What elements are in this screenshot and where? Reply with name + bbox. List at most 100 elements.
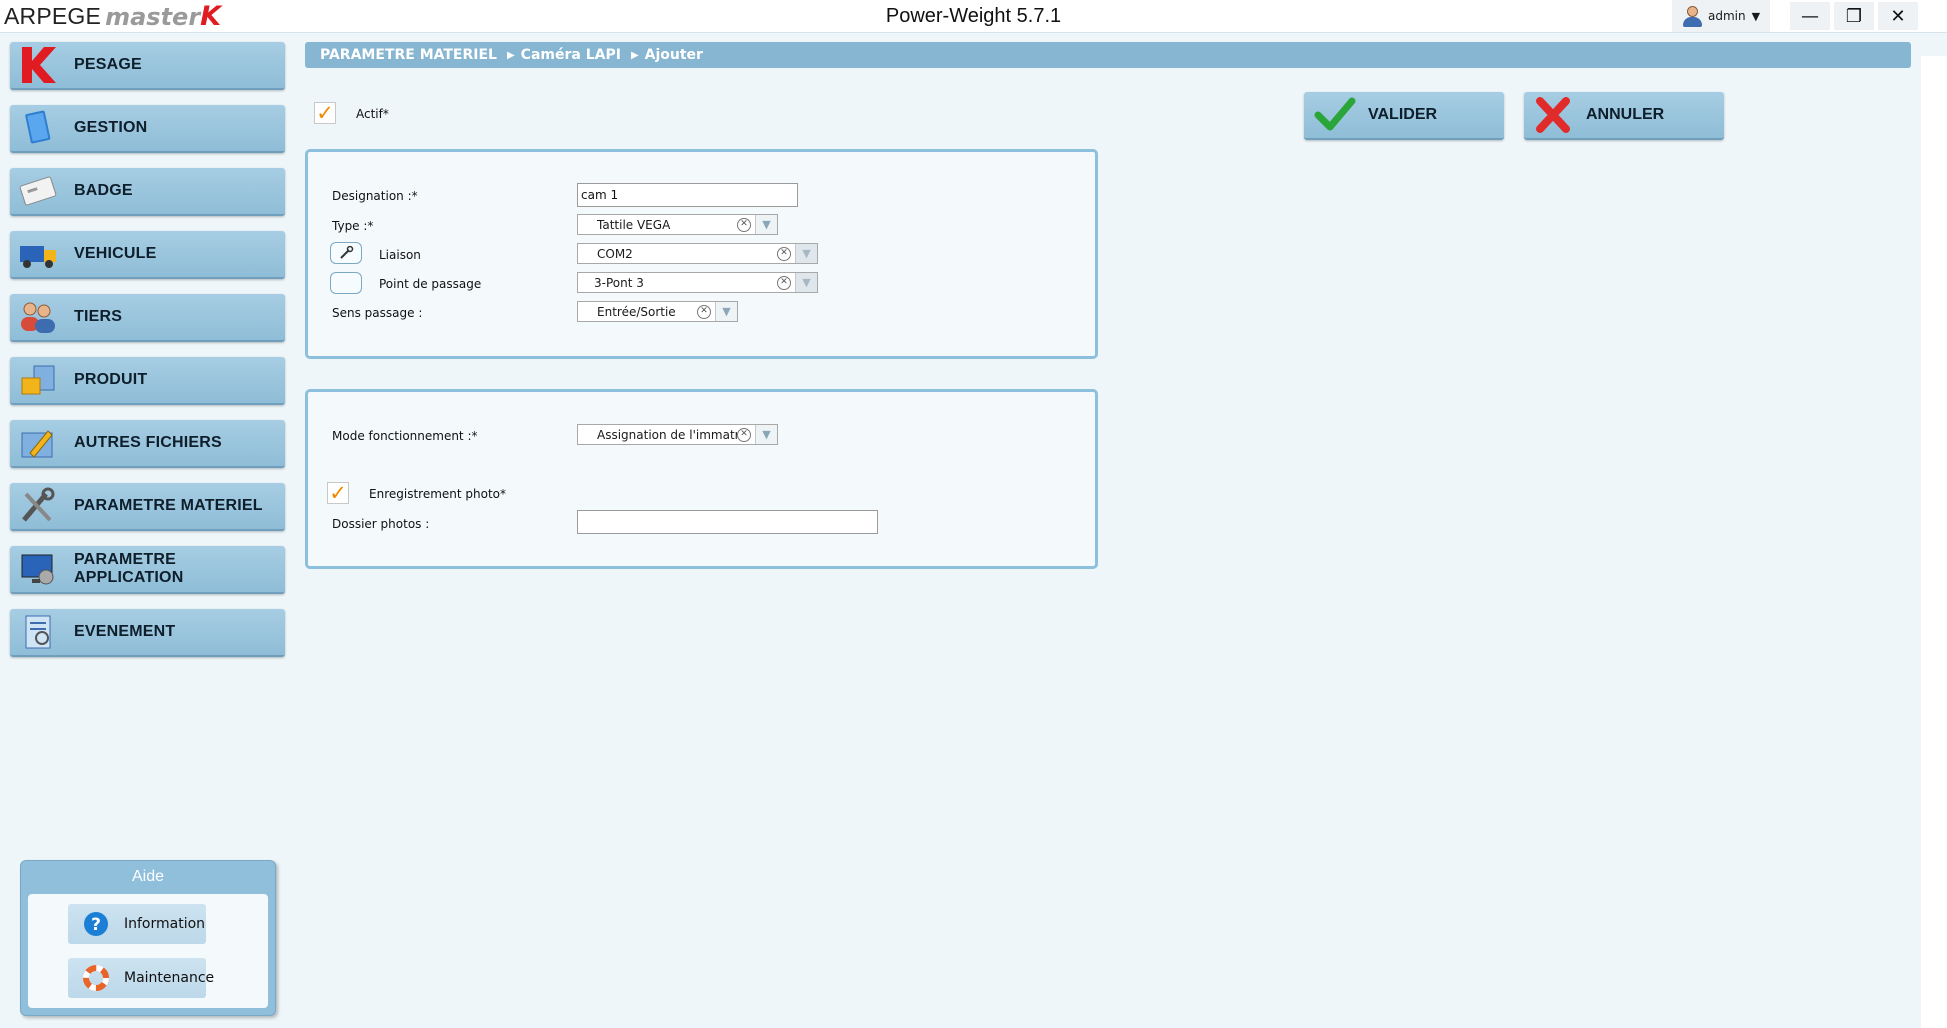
question-icon: ? [82,910,110,938]
breadcrumb-arrow-icon: ▶ [630,49,639,61]
information-button[interactable]: ? Information [68,904,206,944]
menu-pesage[interactable]: PESAGE [10,42,285,90]
menu-label: AUTRES FICHIERS [74,434,222,451]
sens-passage-select-value: Entrée/Sortie [597,304,676,319]
k-logo-icon [16,45,60,85]
title-bar: ARPEGE MASTER K Power-Weight 5.7.1 admin… [0,0,1947,33]
maintenance-button[interactable]: Maintenance [68,958,214,998]
user-avatar-icon [1682,5,1702,27]
menu-label: PESAGE [74,56,142,73]
restore-button[interactable]: ❐ [1834,2,1874,30]
menu-label: PARAMETRE APPLICATION [74,551,184,586]
truck-icon [16,234,60,274]
chevron-down-icon[interactable]: ▼ [795,244,817,263]
mode-settings-panel [305,389,1098,569]
valider-label: VALIDER [1368,106,1438,123]
checkmark-icon: ✓ [316,100,334,125]
liaison-select-value: COM2 [597,246,633,261]
menu-vehicule[interactable]: VEHICULE [10,231,285,279]
minimize-button[interactable]: — [1790,2,1830,30]
menu-produit[interactable]: PRODUIT [10,357,285,405]
folder-pencil-icon [16,423,60,463]
menu-parametre-materiel[interactable]: PARAMETRE MATERIEL [10,483,285,531]
breadcrumb-arrow-icon: ▶ [506,49,515,61]
dossier-photos-label: Dossier photos : [332,517,430,531]
information-label: Information [124,916,206,932]
chevron-down-icon[interactable]: ▼ [755,215,777,234]
mode-fonctionnement-select-value: Assignation de l'immatri [597,427,737,442]
menu-evenement[interactable]: EVENEMENT [10,609,285,657]
clear-icon[interactable]: ✕ [777,275,791,290]
monitor-settings-icon [16,549,60,589]
checkmark-icon: ✓ [329,480,347,505]
dossier-photos-input[interactable] [577,510,878,534]
clear-icon[interactable]: ✕ [737,217,751,232]
caret-down-icon: ▼ [1751,9,1761,23]
breadcrumb-item-current: Ajouter [644,47,703,63]
aide-title: Aide [131,868,165,885]
annuler-label: ANNULER [1586,106,1665,123]
menu-autres-fichiers[interactable]: AUTRES FICHIERS [10,420,285,468]
svg-text:?: ? [91,915,101,935]
chevron-down-icon[interactable]: ▼ [755,425,777,444]
people-icon [16,297,60,337]
breadcrumb: PARAMETRE MATERIEL ▶ Caméra LAPI ▶ Ajout… [305,42,1911,68]
type-select[interactable]: Tattile VEGA ✕ ▼ [577,214,778,235]
user-name: admin [1708,9,1746,23]
restore-icon: ❐ [1845,5,1863,27]
liaison-label: Liaison [379,248,421,262]
tools-icon [16,486,60,526]
breadcrumb-item[interactable]: PARAMETRE MATERIEL [320,47,497,63]
point-passage-toggle[interactable] [330,272,362,294]
lifebuoy-icon [82,964,110,992]
cross-red-icon [1536,97,1570,133]
window-title: Power-Weight 5.7.1 [885,5,1062,27]
breadcrumb-item[interactable]: Caméra LAPI [521,47,621,63]
type-select-value: Tattile VEGA [597,217,671,232]
menu-gestion[interactable]: GESTION [10,105,285,153]
mode-fonctionnement-select[interactable]: Assignation de l'immatri ✕ ▼ [577,424,778,445]
menu-tiers[interactable]: TIERS [10,294,285,342]
actif-label: Actif* [356,107,389,121]
sens-passage-label: Sens passage : [332,306,423,320]
enregistrement-photo-checkbox[interactable]: ✓ [327,482,349,504]
aide-inner: ? Information Maintenance [28,894,268,1008]
enregistrement-photo-label: Enregistrement photo* [369,487,507,501]
menu-badge[interactable]: BADGE [10,168,285,216]
aide-panel: Aide ? Information Maintenance [20,860,276,1016]
sens-passage-select[interactable]: Entrée/Sortie ✕ ▼ [577,301,738,322]
point-passage-select[interactable]: 3-Pont 3 ✕ ▼ [577,272,818,293]
actif-checkbox[interactable]: ✓ [314,102,336,124]
chevron-down-icon[interactable]: ▼ [715,302,737,321]
liaison-select[interactable]: COM2 ✕ ▼ [577,243,818,264]
menu-label: VEHICULE [74,245,157,262]
close-button[interactable]: ✕ [1878,2,1918,30]
menu-label: BADGE [74,182,133,199]
vertical-scrollbar[interactable] [1921,56,1947,1028]
annuler-button[interactable]: ANNULER [1524,92,1724,140]
minimize-icon: — [1801,5,1819,27]
checkmark-green-icon [1314,97,1356,131]
menu-label: GESTION [74,119,148,136]
wrench-icon [340,246,354,259]
clear-icon[interactable]: ✕ [737,427,751,442]
event-log-icon [16,612,60,652]
clear-icon[interactable]: ✕ [777,246,791,261]
designation-input[interactable]: cam 1 [577,183,798,207]
designation-label: Designation :* [332,189,418,203]
liaison-config-button[interactable] [330,242,362,264]
clear-icon[interactable]: ✕ [697,304,711,319]
product-box-icon [16,360,60,400]
point-passage-label: Point de passage [379,277,482,291]
chevron-down-icon[interactable]: ▼ [795,273,817,292]
menu-parametre-application[interactable]: PARAMETRE APPLICATION [10,546,285,594]
user-menu[interactable]: admin ▼ [1672,0,1770,32]
folder-blue-icon [16,108,60,148]
mode-fonctionnement-label: Mode fonctionnement :* [332,429,478,443]
point-passage-select-value: 3-Pont 3 [594,275,644,290]
menu-label: EVENEMENT [74,623,176,640]
menu-label: PRODUIT [74,371,148,388]
maintenance-label: Maintenance [124,970,215,986]
valider-button[interactable]: VALIDER [1304,92,1504,140]
badge-card-icon [16,171,60,211]
